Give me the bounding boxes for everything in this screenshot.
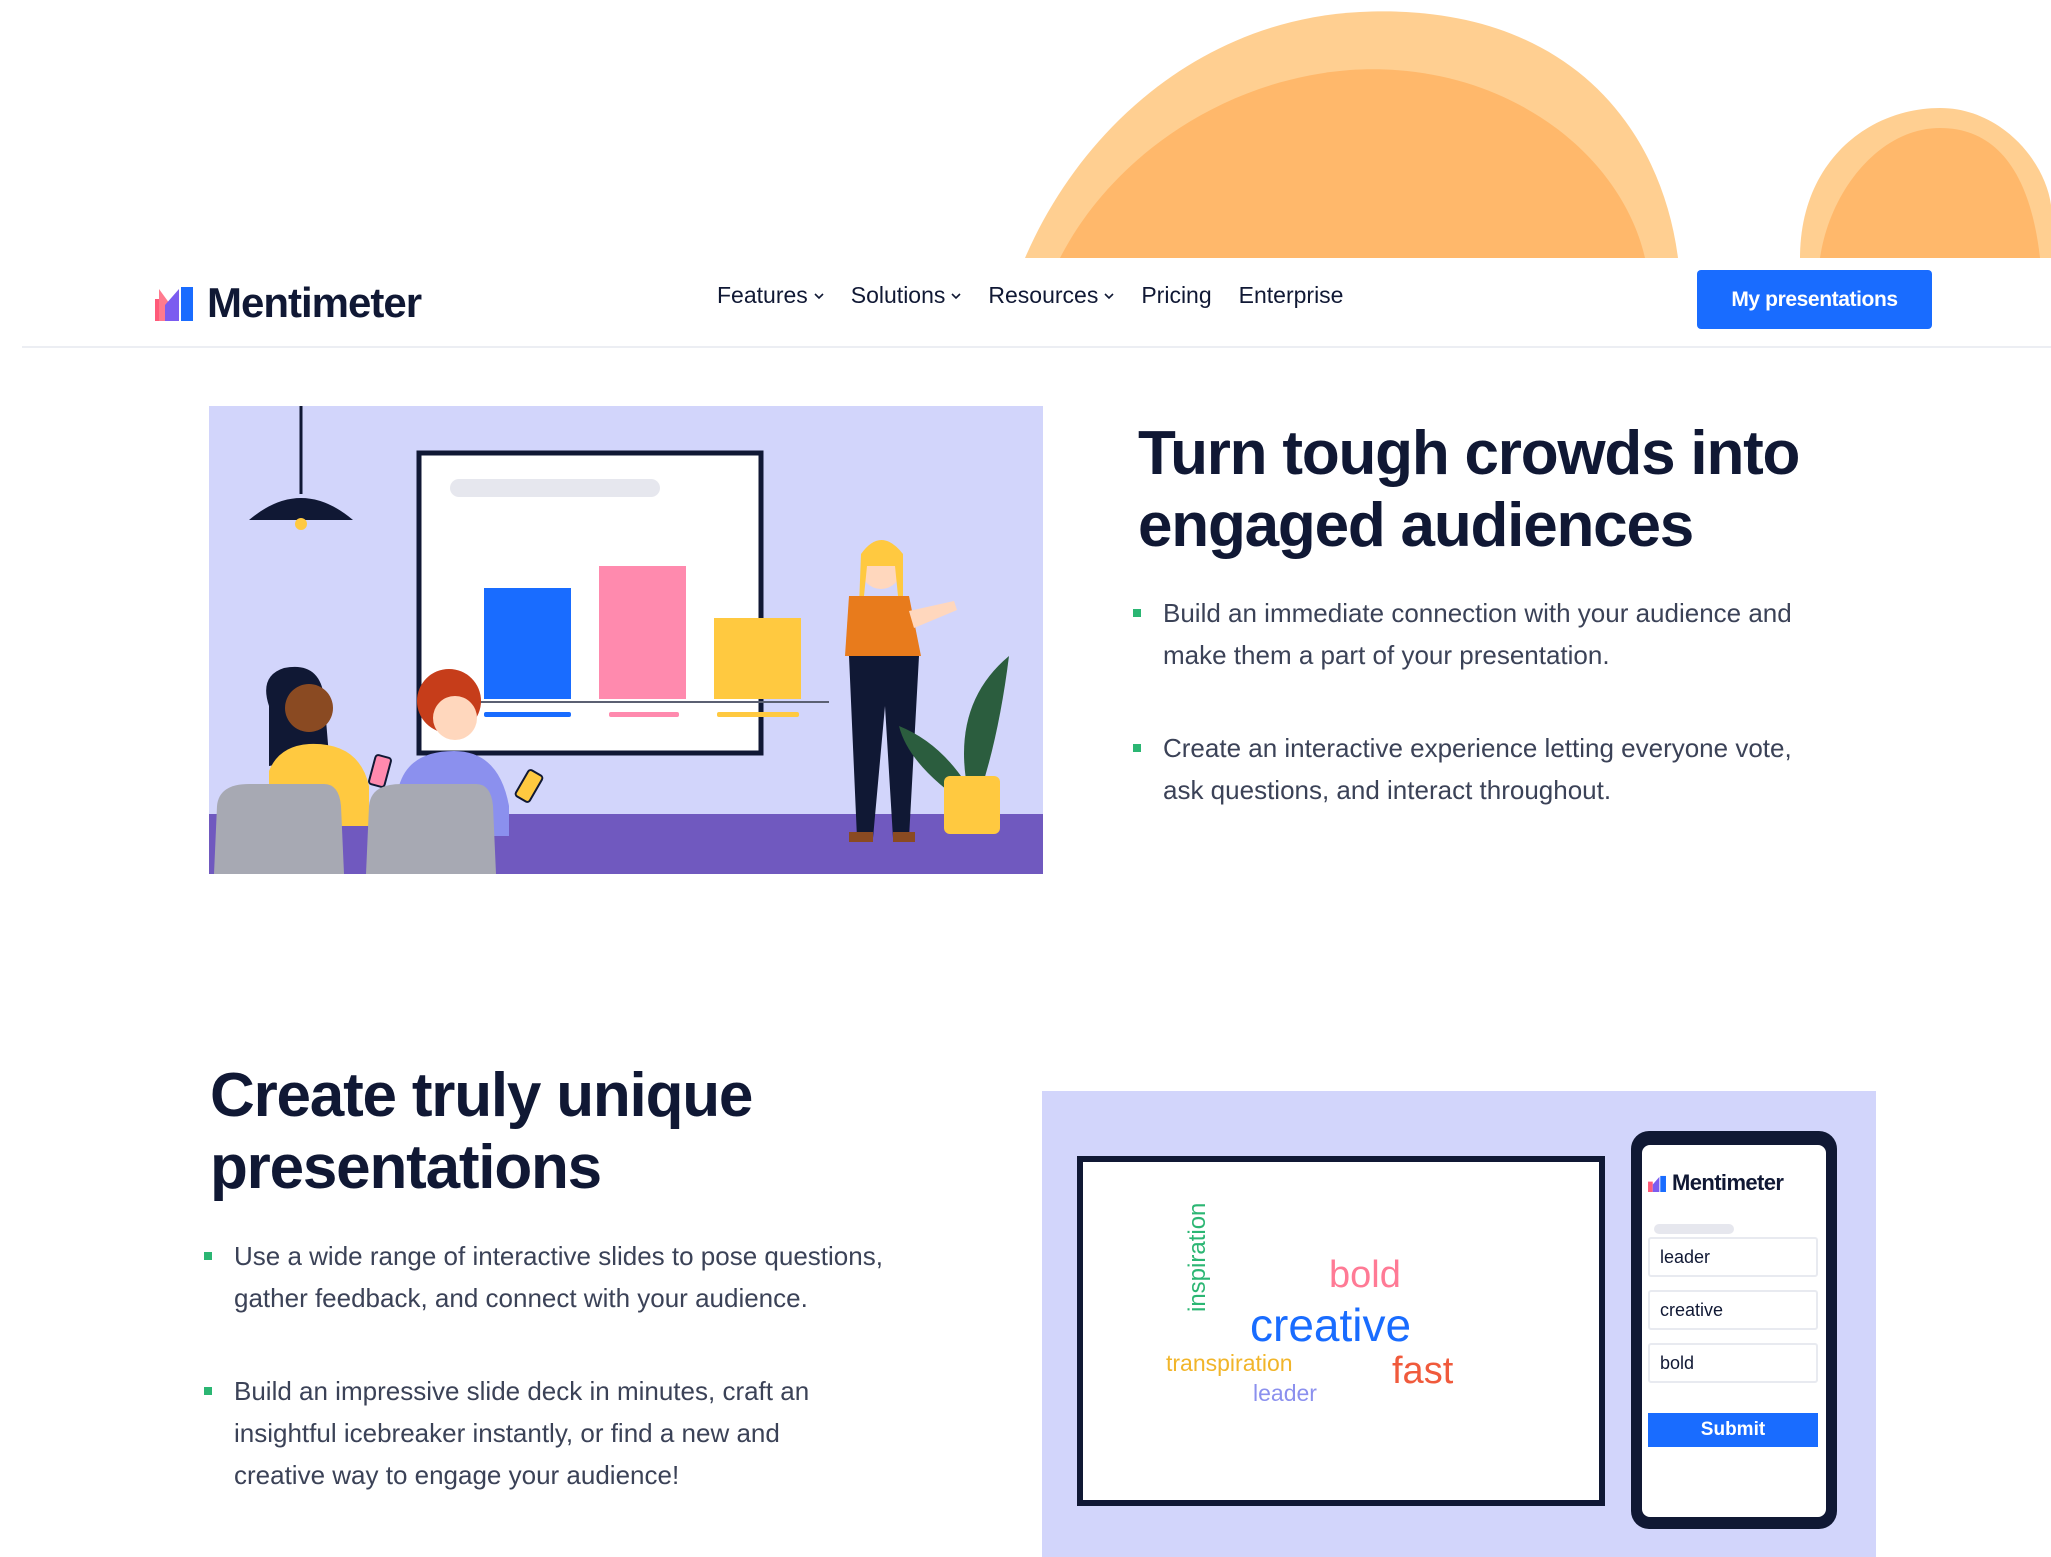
word-transpiration: transpiration (1166, 1350, 1293, 1376)
submit-button[interactable]: Submit (1648, 1413, 1818, 1447)
my-presentations-button[interactable]: My presentations (1697, 270, 1932, 329)
bullet-line: insightful icebreaker instantly, or find… (234, 1418, 780, 1448)
bullet-line: make them a part of your presentation. (1163, 640, 1610, 670)
decorative-blobs (1025, 11, 2051, 258)
chevron-down-icon (1104, 292, 1114, 299)
nav-solutions[interactable]: Solutions (851, 282, 962, 309)
brand-logo[interactable]: Mentimeter (155, 276, 422, 330)
section2-title: Create truly unique presentations (210, 1060, 753, 1204)
list-item: Create an interactive experience letting… (1133, 727, 1893, 811)
nav-features-label: Features (717, 282, 808, 308)
chevron-down-icon (814, 292, 824, 299)
section2-bullets: Use a wide range of interactive slides t… (204, 1235, 984, 1547)
page: Mentimeter Features Solutions Resources … (0, 0, 2051, 1557)
nav-solutions-label: Solutions (850, 282, 946, 308)
nav-pricing-label: Pricing (1141, 282, 1212, 308)
audience-illustration (209, 406, 1043, 874)
bullet-line: Build an impressive slide deck in minute… (234, 1376, 810, 1406)
list-item: Build an impressive slide deck in minute… (204, 1370, 984, 1496)
bullet-square-icon (204, 1387, 212, 1395)
bullet-line: Build an immediate connection with your … (1163, 598, 1792, 628)
bullet-square-icon (1133, 744, 1141, 752)
mentimeter-logo-icon (1648, 1175, 1666, 1192)
section1-title-line1: Turn tough crowds into (1138, 419, 1800, 488)
nav-features[interactable]: Features (717, 282, 824, 309)
list-item: Use a wide range of interactive slides t… (204, 1235, 984, 1319)
section1-bullets: Build an immediate connection with your … (1133, 592, 1893, 862)
word-fast: fast (1392, 1350, 1454, 1392)
bullet-line: creative way to engage your audience! (234, 1460, 680, 1490)
main-nav: Features Solutions Resources Pricing Ent… (717, 282, 1343, 309)
bullet-square-icon (204, 1252, 212, 1260)
site-header: Mentimeter Features Solutions Resources … (22, 258, 2051, 348)
nav-resources[interactable]: Resources (988, 282, 1114, 309)
section1-title-line2: engaged audiences (1138, 491, 1694, 560)
list-item: Build an immediate connection with your … (1133, 592, 1893, 676)
bullet-square-icon (1133, 609, 1141, 617)
chevron-down-icon (951, 292, 961, 299)
mentimeter-logo-icon (155, 287, 193, 321)
brand-name: Mentimeter (207, 279, 422, 326)
phone-brand-name: Mentimeter (1672, 1170, 1784, 1195)
section2-title-line2: presentations (210, 1133, 602, 1202)
word-creative: creative (1250, 1299, 1412, 1351)
phone-form: Mentimeter leader creative bold Submit (1648, 1170, 1822, 1447)
section2-title-line1: Create truly unique (210, 1061, 753, 1130)
bullet-line: ask questions, and interact throughout. (1163, 775, 1612, 805)
nav-pricing[interactable]: Pricing (1141, 282, 1211, 309)
phone-input-3[interactable]: bold (1648, 1343, 1818, 1383)
nav-enterprise[interactable]: Enterprise (1239, 282, 1344, 309)
phone-input-2[interactable]: creative (1648, 1290, 1818, 1330)
word-leader: leader (1253, 1380, 1317, 1406)
nav-enterprise-label: Enterprise (1238, 282, 1344, 308)
bullet-line: Create an interactive experience letting… (1163, 733, 1792, 763)
nav-resources-label: Resources (988, 282, 1099, 308)
bullet-line: Use a wide range of interactive slides t… (234, 1241, 883, 1271)
word-bold: bold (1329, 1254, 1401, 1296)
phone-brand: Mentimeter (1648, 1170, 1822, 1196)
phone-input-1[interactable]: leader (1648, 1237, 1818, 1277)
word-inspiration: inspiration (1184, 1202, 1211, 1312)
bullet-line: gather feedback, and connect with your a… (234, 1283, 808, 1313)
section1-title: Turn tough crowds into engaged audiences (1138, 418, 1800, 562)
